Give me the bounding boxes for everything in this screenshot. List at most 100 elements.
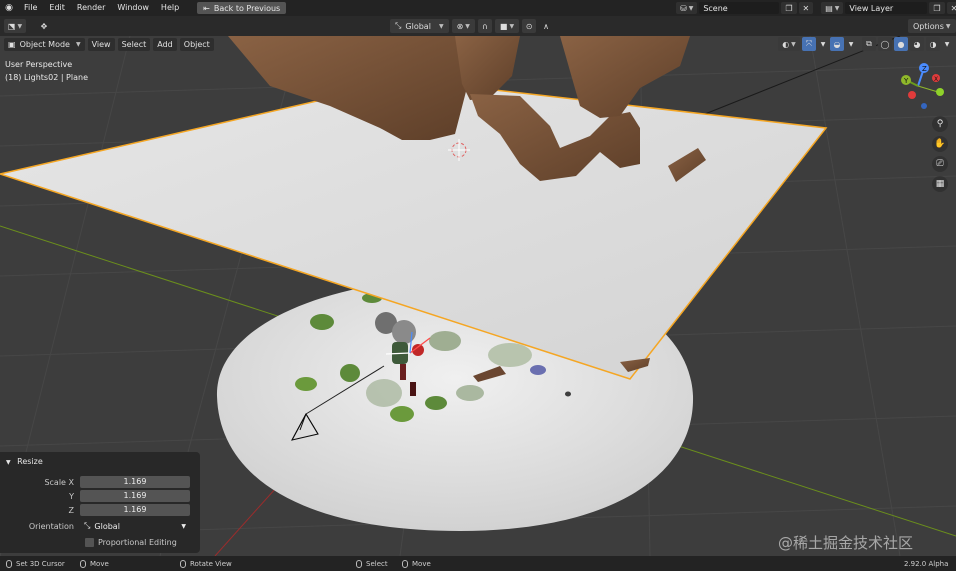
material-shading-button[interactable]: ◕ xyxy=(910,37,924,51)
snap-square-icon: ■ xyxy=(499,21,508,31)
version-label: 2.92.0 Alpha xyxy=(904,559,949,568)
view-name-label: User Perspective xyxy=(5,60,73,69)
rendered-shading-button[interactable]: ◑ xyxy=(926,37,940,51)
mode-dropdown[interactable]: ▣ Object Mode ▼ xyxy=(4,37,85,51)
wireframe-shading-button[interactable]: ◯ xyxy=(878,37,892,51)
wireframe-icon: ◯ xyxy=(880,39,890,49)
status-move-1: Move xyxy=(80,559,109,568)
scene-browse-button[interactable]: ⛁ ▼ xyxy=(676,2,698,14)
falloff-button[interactable]: ∧ xyxy=(539,19,553,33)
delete-scene-button[interactable]: ✕ xyxy=(798,2,814,14)
rendered-icon: ◑ xyxy=(929,39,937,49)
mouse-drag-icon xyxy=(80,559,86,568)
overlays-icon: ◒ xyxy=(833,39,841,49)
blender-logo-icon[interactable]: ◉ xyxy=(0,0,18,16)
navigation-gizmo[interactable]: Z Y X xyxy=(894,60,950,116)
orientation-value: Global xyxy=(94,521,120,531)
chevron-down-icon: ▼ xyxy=(17,22,23,30)
menu-help[interactable]: Help xyxy=(155,0,185,16)
gizmo-dropdown[interactable]: ▼ xyxy=(818,37,828,51)
view-layer-field[interactable]: View Layer xyxy=(845,2,928,14)
gizmo-icon: ⤧ xyxy=(805,39,813,48)
chevron-down-icon: ▼ xyxy=(509,22,515,30)
eye-icon: ◐ xyxy=(782,39,790,49)
snap-toggle[interactable]: ∩ xyxy=(477,19,492,33)
scale-z-field[interactable]: 1.169 xyxy=(80,504,190,516)
new-view-layer-button[interactable]: ❐ xyxy=(929,2,945,14)
move-label-1: Move xyxy=(90,559,109,568)
menu-render[interactable]: Render xyxy=(71,0,111,16)
perspective-grid-icon[interactable]: ▦ xyxy=(932,176,948,192)
pivot-icon: ⊗ xyxy=(456,21,464,31)
overlays-toggle[interactable]: ◒ xyxy=(830,37,844,51)
menu-window[interactable]: Window xyxy=(111,0,155,16)
camera-view-icon[interactable]: ⎚ xyxy=(932,156,948,172)
menu-file[interactable]: File xyxy=(18,0,43,16)
stone-object xyxy=(565,391,571,397)
xray-toggle[interactable]: ⧉ xyxy=(862,37,876,51)
snap-target-button[interactable]: ■ ▼ xyxy=(494,19,520,33)
material-icon: ◕ xyxy=(913,39,921,49)
orientation-label: Global xyxy=(405,21,431,31)
chevron-down-icon: ▼ xyxy=(438,22,444,30)
menu-object[interactable]: Object xyxy=(179,37,214,51)
menu-edit[interactable]: Edit xyxy=(43,0,71,16)
mouse-middle-icon xyxy=(180,559,186,568)
scale-y-field[interactable]: 1.169 xyxy=(80,490,190,502)
chevron-down-icon: ▼ xyxy=(834,4,840,12)
redo-panel-resize: ▼ Resize Scale X 1.169 Y 1.169 Z 1.169 O… xyxy=(0,452,200,553)
scale-z-label: Z xyxy=(68,505,74,515)
delete-view-layer-button[interactable]: ✕ xyxy=(946,2,956,14)
shading-dropdown[interactable]: ▼ xyxy=(942,37,952,51)
mode-label: Object Mode xyxy=(19,39,70,49)
scale-x-field[interactable]: 1.169 xyxy=(80,476,190,488)
zoom-icon[interactable]: ⚲ xyxy=(932,116,948,132)
orientation-icon: ⤡ xyxy=(395,21,402,30)
options-dropdown[interactable]: Options ▼ xyxy=(908,19,956,33)
proportional-row: Proportional Editing xyxy=(0,536,200,548)
xray-icon: ⧉ xyxy=(866,39,872,48)
chevron-down-icon: ▼ xyxy=(945,22,951,30)
watermark-text: @稀土掘金技术社区 xyxy=(778,534,914,552)
shading-controls: ◐ ▼ ⤧ ▼ ◒ ▼ ⧉ ◯ ● ◕ ◑ ▼ xyxy=(778,37,952,51)
menu-select[interactable]: Select xyxy=(117,37,151,51)
status-version: 2.92.0 Alpha xyxy=(904,560,948,568)
redo-panel-header[interactable]: ▼ Resize xyxy=(6,457,43,466)
hand-icon[interactable]: ✋ xyxy=(932,136,948,152)
chevron-down-icon: ▼ xyxy=(181,522,186,530)
orientation-select[interactable]: ⤡ Global ▼ xyxy=(80,520,190,532)
proportional-edit-toggle[interactable]: ⊙ xyxy=(522,19,537,33)
menu-view[interactable]: View xyxy=(87,37,115,51)
menu-add[interactable]: Add xyxy=(153,37,177,51)
viewport-nav-tools: ⚲ ✋ ⎚ ▦ xyxy=(932,116,948,192)
pivot-point-button[interactable]: ⊗ ▼ xyxy=(451,19,475,33)
editor-type-button[interactable]: ⬔ ▼ xyxy=(4,19,26,33)
back-to-previous-button[interactable]: ⇤ Back to Previous xyxy=(197,2,287,14)
object-info-label: (18) Lights02 | Plane xyxy=(5,73,88,82)
solid-shading-button[interactable]: ● xyxy=(894,37,908,51)
proportional-editing-label: Proportional Editing xyxy=(98,537,177,547)
set-cursor-label: Set 3D Cursor xyxy=(16,559,65,568)
view-layer-icon: ▤ xyxy=(825,3,833,13)
chevron-down-icon: ▼ xyxy=(848,40,854,48)
svg-text:Z: Z xyxy=(922,65,927,73)
proportional-editing-checkbox[interactable] xyxy=(85,537,94,547)
transform-tool-icon[interactable]: ✥ xyxy=(37,19,51,33)
viewport-header: ⬔ ▼ ✥ ⤡ Global ▼ ⊗ ▼ ∩ ■ ▼ ⊙ ∧ Options ▼ xyxy=(0,16,956,36)
scale-y-label: Y xyxy=(69,491,74,501)
view-layer-browse-button[interactable]: ▤ ▼ xyxy=(821,2,844,14)
svg-text:Y: Y xyxy=(903,77,909,85)
chevron-down-icon: ▼ xyxy=(688,4,694,12)
overlays-dropdown[interactable]: ▼ xyxy=(846,37,856,51)
gizmo-toggle[interactable]: ⤧ xyxy=(802,37,816,51)
solid-icon: ● xyxy=(897,39,905,49)
orientation-dropdown[interactable]: ⤡ Global ▼ xyxy=(390,19,449,33)
scene-name-field[interactable]: Scene xyxy=(699,2,780,14)
rotate-view-label: Rotate View xyxy=(190,559,232,568)
mouse-right-icon xyxy=(356,559,362,568)
proportional-icon: ⊙ xyxy=(525,21,533,31)
chevron-down-icon: ▼ xyxy=(75,40,81,48)
visibility-button[interactable]: ◐ ▼ xyxy=(778,37,800,51)
new-scene-button[interactable]: ❐ xyxy=(781,2,797,14)
move-label-2: Move xyxy=(412,559,431,568)
